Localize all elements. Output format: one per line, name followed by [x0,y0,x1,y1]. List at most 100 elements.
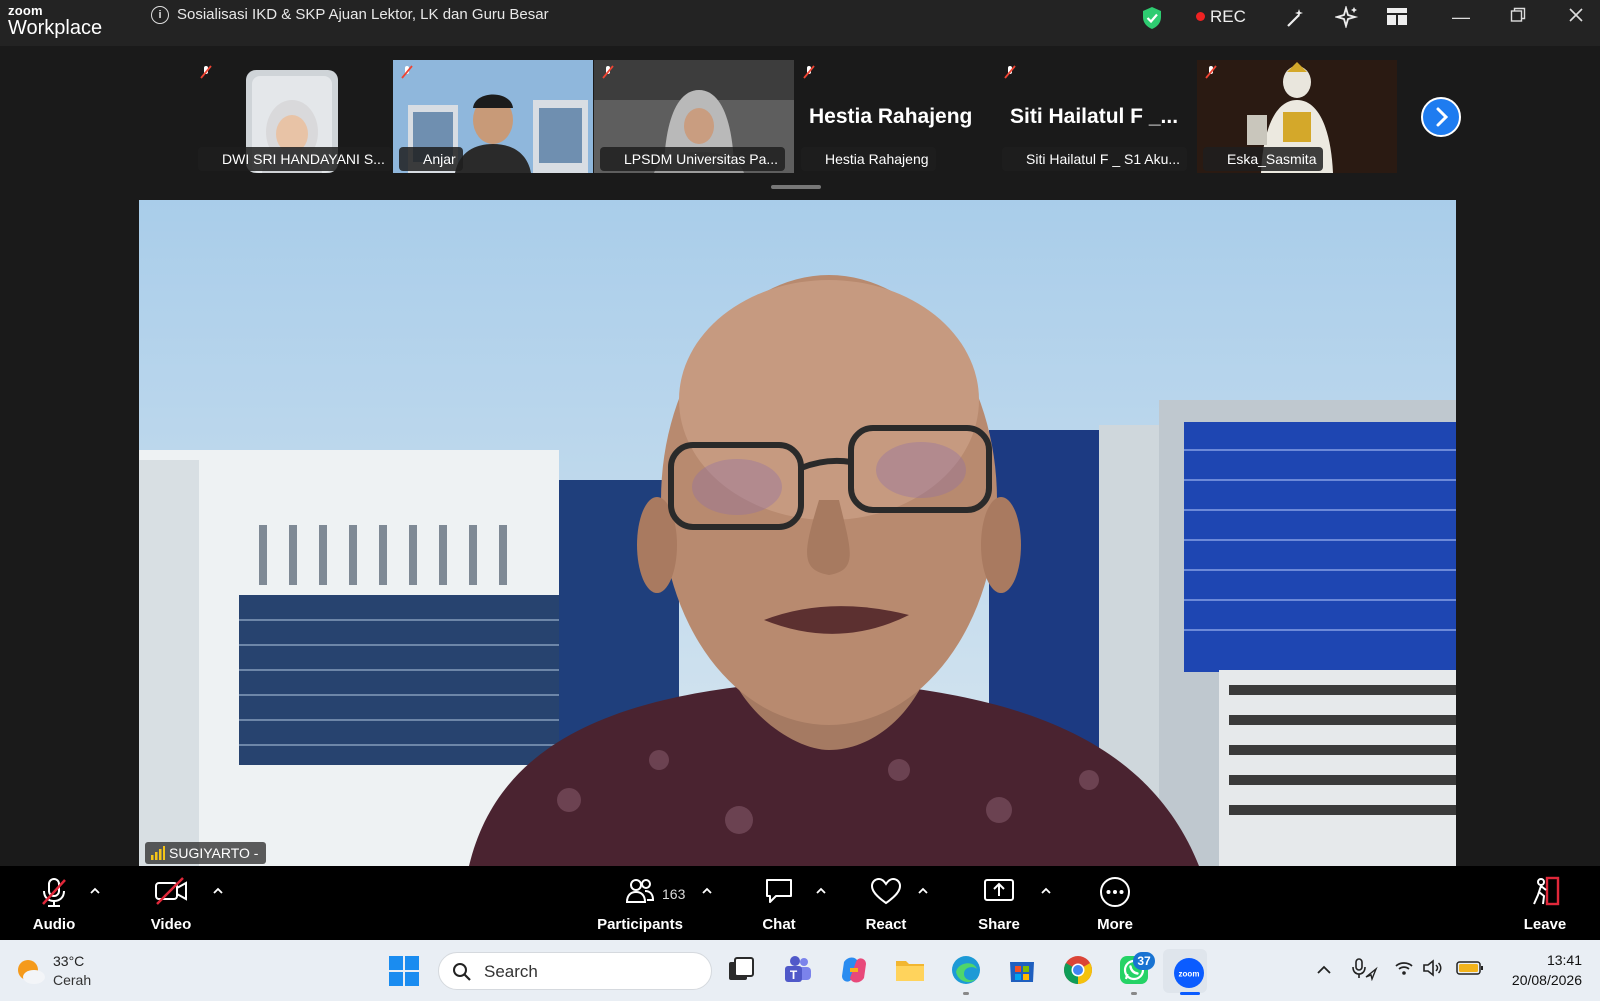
participant-name: Eska_Sasmita [1203,147,1324,171]
strip-page-indicator[interactable] [771,185,821,189]
participant-tile[interactable]: Eska_Sasmita [1197,60,1397,173]
chat-label: Chat [762,916,796,933]
rec-indicator-dot [1196,12,1205,21]
signal-strength-icon [151,846,165,860]
running-app-indicator [1131,992,1137,995]
speaker-video-frame [139,200,1456,866]
participant-tile[interactable]: LPSDM Universitas Pa... [594,60,794,173]
participants-label: Participants [597,916,683,933]
info-icon[interactable]: i [151,6,169,24]
shield-icon[interactable] [1141,6,1163,30]
video-label: Video [150,916,192,933]
clock-time[interactable]: 13:41 [1547,952,1582,968]
weather-temperature[interactable]: 33°C [53,953,84,969]
task-view-icon[interactable] [725,954,757,986]
participant-tile[interactable]: Siti Hailatul F _... Siti Hailatul F _ S… [996,60,1196,173]
file-explorer-icon[interactable] [894,954,926,986]
edge-browser-icon[interactable] [950,954,982,986]
participant-tile[interactable]: Anjar [393,60,593,173]
volume-icon[interactable] [1422,958,1444,978]
audio-label: Audio [32,916,76,933]
taskbar-search[interactable]: Search [438,952,712,990]
svg-text:zoom: zoom [1179,970,1200,979]
chevron-up-icon[interactable] [1316,962,1332,978]
participant-tile[interactable]: Hestia Rahajeng Hestia Rahajeng [795,60,995,173]
heart-icon [870,877,902,905]
zoom-app-icon[interactable]: zoom [1173,957,1205,989]
meeting-controls: Audio Video Participants 163 Chat React [0,866,1600,940]
mic-muted-icon [42,878,66,907]
mic-muted-icon [1004,65,1016,79]
participant-name: Hestia Rahajeng [801,147,936,171]
participant-strip: DWI SRI HANDAYANI S... Anjar LPSDM Unive… [0,46,1600,196]
logo-top: zoom [8,3,43,18]
clock-date[interactable]: 20/08/2026 [1512,972,1582,988]
react-button[interactable]: React [857,866,915,940]
mic-muted-icon [401,65,413,79]
weather-description[interactable]: Cerah [53,972,91,988]
leave-button[interactable]: Leave [1516,866,1574,940]
participant-tile[interactable]: DWI SRI HANDAYANI S... [192,60,392,173]
react-label: React [865,916,907,933]
speaker-name-tag: SUGIYARTO - [145,842,267,864]
participant-name: Anjar [399,147,463,171]
title-bar: zoom Workplace i Sosialisasi IKD & SKP A… [0,0,1600,46]
participant-name: DWI SRI HANDAYANI S... [198,147,392,171]
chat-options-caret-icon[interactable] [814,886,828,896]
chrome-browser-icon[interactable] [1062,954,1094,986]
participants-button[interactable]: Participants [594,866,686,940]
logo-bottom: Workplace [8,17,103,39]
close-button[interactable] [1565,6,1587,28]
windows-start-icon[interactable] [389,956,419,986]
more-options-icon [1100,877,1130,907]
mic-muted-icon [200,65,212,79]
copilot-icon[interactable] [838,954,870,986]
audio-button[interactable]: Audio [25,866,83,940]
zoom-logo: zoom Workplace [8,4,102,38]
whatsapp-notification-badge: 37 [1133,952,1155,970]
mic-muted-icon [602,65,614,79]
participant-name: LPSDM Universitas Pa... [600,147,786,171]
minimize-button[interactable]: — [1450,6,1472,28]
video-button[interactable]: Video [140,866,202,940]
wifi-icon[interactable] [1394,958,1414,978]
weather-sun-icon[interactable] [14,956,46,986]
participant-name: Siti Hailatul F _ S1 Aku... [1002,147,1188,171]
chat-button[interactable]: Chat [750,866,808,940]
svg-text:T: T [790,968,798,982]
speaker-name: SUGIYARTO - [169,845,259,861]
participant-display-name: Hestia Rahajeng [809,105,973,128]
close-icon [1569,8,1583,22]
next-page-button[interactable] [1421,97,1461,137]
participants-count: 163 [662,886,686,902]
rec-label[interactable]: REC [1210,7,1246,27]
audio-options-caret-icon[interactable] [88,886,102,896]
ai-sparkle-icon[interactable] [1335,6,1359,28]
share-screen-icon [984,879,1014,901]
active-speaker-video[interactable]: SUGIYARTO - [139,200,1456,866]
participant-display-name: Siti Hailatul F _... [1010,105,1179,128]
participants-options-caret-icon[interactable] [700,886,714,896]
react-options-caret-icon[interactable] [916,886,930,896]
apps-grid-icon[interactable] [1385,6,1409,28]
more-button[interactable]: More [1085,866,1145,940]
restore-button[interactable] [1507,6,1529,28]
share-button[interactable]: Share [969,866,1029,940]
microsoft-store-icon[interactable] [1006,954,1038,986]
chat-icon [766,879,792,903]
chevron-right-icon [1436,107,1449,127]
mic-muted-icon [803,65,815,79]
teams-icon[interactable]: T [782,954,814,986]
share-options-caret-icon[interactable] [1039,886,1053,896]
video-options-caret-icon[interactable] [211,886,225,896]
magic-wand-icon[interactable] [1284,6,1308,28]
windows-taskbar: 33°C Cerah Search T 37 zoom 13:41 20/08/… [0,940,1600,1001]
search-placeholder: Search [484,962,538,981]
search-icon [453,963,471,981]
battery-icon[interactable] [1456,960,1484,976]
participants-icon [625,879,655,903]
restore-icon [1510,7,1526,22]
leave-door-icon [1533,876,1560,906]
more-label: More [1097,916,1133,933]
mic-location-icon[interactable] [1350,957,1378,981]
